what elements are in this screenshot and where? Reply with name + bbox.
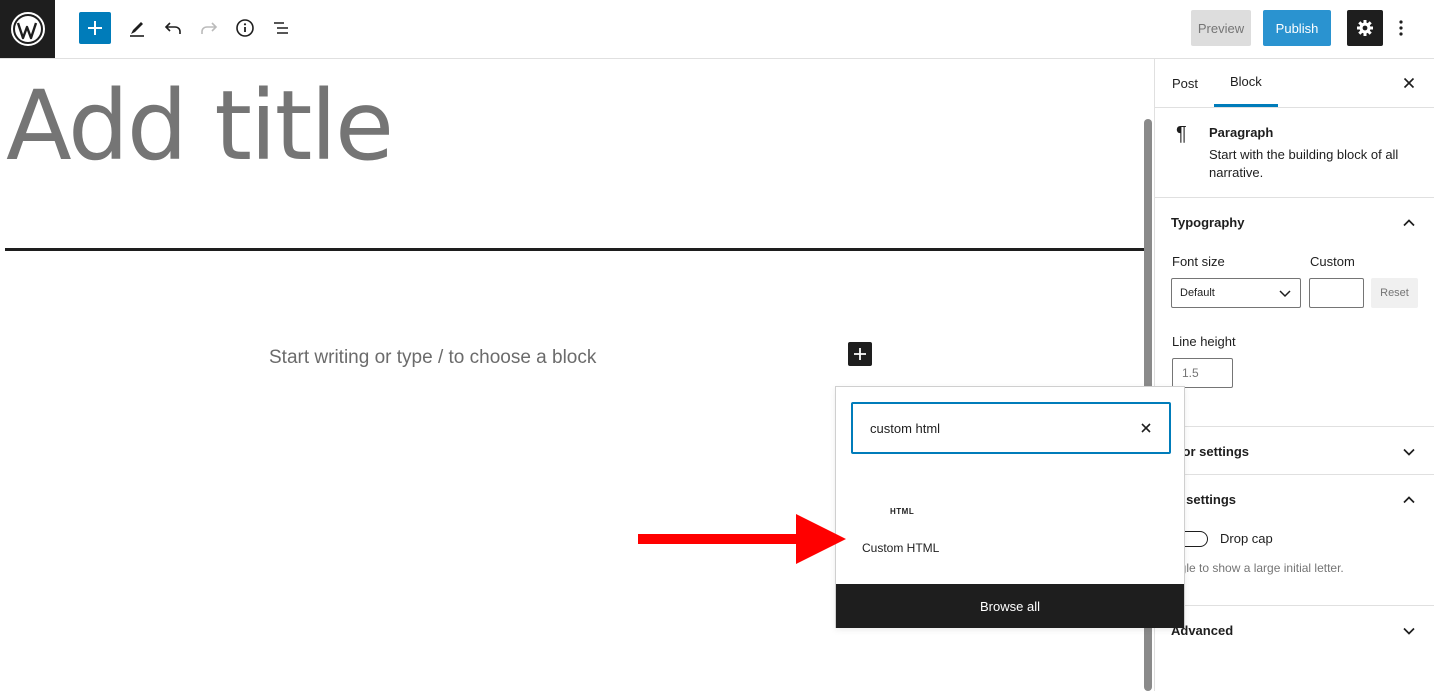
font-size-select[interactable]: Default (1171, 278, 1301, 308)
list-view-icon (274, 22, 288, 34)
chevron-down-icon[interactable] (1401, 623, 1417, 639)
publish-button[interactable]: Publish (1263, 10, 1331, 46)
chevron-up-icon[interactable] (1401, 492, 1417, 508)
plus-icon (854, 348, 866, 360)
panel-title-typography[interactable]: Typography (1171, 215, 1244, 230)
tab-block[interactable]: Block (1214, 59, 1278, 107)
preview-button[interactable]: Preview (1191, 10, 1251, 46)
font-size-label: Font size (1172, 254, 1225, 269)
block-card-description: Start with the building block of all nar… (1209, 147, 1399, 180)
chevron-down-icon (1279, 290, 1291, 298)
line-height-label: Line height (1172, 334, 1236, 349)
editor-toolbar: Preview Publish (0, 0, 1434, 59)
font-size-value: Default (1180, 287, 1215, 299)
close-icon (1403, 77, 1415, 89)
inline-add-block-button[interactable] (848, 342, 872, 366)
typography-panel: Typography (1155, 198, 1434, 427)
paragraph-block-placeholder[interactable]: Start writing or type / to choose a bloc… (269, 347, 596, 369)
block-search-value: custom html (870, 421, 941, 436)
undo-button[interactable] (157, 12, 189, 44)
annotation-arrow-icon (638, 514, 846, 564)
chevron-up-icon[interactable] (1401, 215, 1417, 231)
block-card: ¶ Paragraph Start with the building bloc… (1155, 108, 1434, 198)
custom-size-label: Custom (1310, 254, 1355, 269)
advanced-panel: Advanced (1155, 606, 1434, 654)
settings-button[interactable] (1347, 10, 1383, 46)
drop-cap-label: Drop cap (1220, 531, 1273, 546)
post-title-input[interactable]: Add title (6, 71, 394, 181)
reset-button[interactable]: Reset (1371, 278, 1418, 308)
gear-icon (1357, 20, 1373, 36)
info-icon (236, 19, 254, 37)
more-options-button[interactable] (1389, 12, 1413, 44)
tools-button[interactable] (121, 12, 153, 44)
html-block-icon: HTML (890, 507, 915, 516)
add-block-button[interactable] (79, 12, 111, 44)
chevron-down-icon[interactable] (1401, 444, 1417, 460)
redo-icon (201, 22, 218, 34)
browse-all-button[interactable]: Browse all (836, 584, 1184, 628)
clear-search-icon[interactable] (1137, 419, 1155, 437)
list-view-button[interactable] (265, 12, 297, 44)
settings-sidebar: Post Block ¶ Paragraph Start with the bu… (1154, 59, 1434, 691)
block-card-title: Paragraph (1209, 125, 1274, 140)
tab-post[interactable]: Post (1172, 59, 1198, 107)
block-inserter-popover: custom html HTML Custom HTML Browse all (835, 386, 1185, 628)
drop-cap-help-text: ggle to show a large initial letter. (1173, 561, 1344, 575)
redo-button[interactable] (193, 12, 225, 44)
undo-icon (164, 22, 181, 34)
paragraph-icon: ¶ (1176, 123, 1187, 145)
block-search-input[interactable]: custom html (851, 402, 1171, 454)
line-height-input[interactable]: 1.5 (1172, 358, 1233, 388)
more-vertical-icon (1399, 20, 1403, 36)
block-result-label: Custom HTML (862, 541, 940, 555)
close-sidebar-button[interactable] (1399, 73, 1419, 93)
plus-icon (88, 21, 102, 35)
custom-size-input[interactable] (1309, 278, 1364, 308)
sidebar-tabs: Post Block (1155, 59, 1434, 108)
separator-block[interactable] (5, 248, 1144, 251)
pencil-icon (130, 22, 144, 37)
color-settings-panel: olor settings (1155, 427, 1434, 475)
details-button[interactable] (229, 12, 261, 44)
wordpress-logo-icon[interactable] (0, 0, 55, 58)
